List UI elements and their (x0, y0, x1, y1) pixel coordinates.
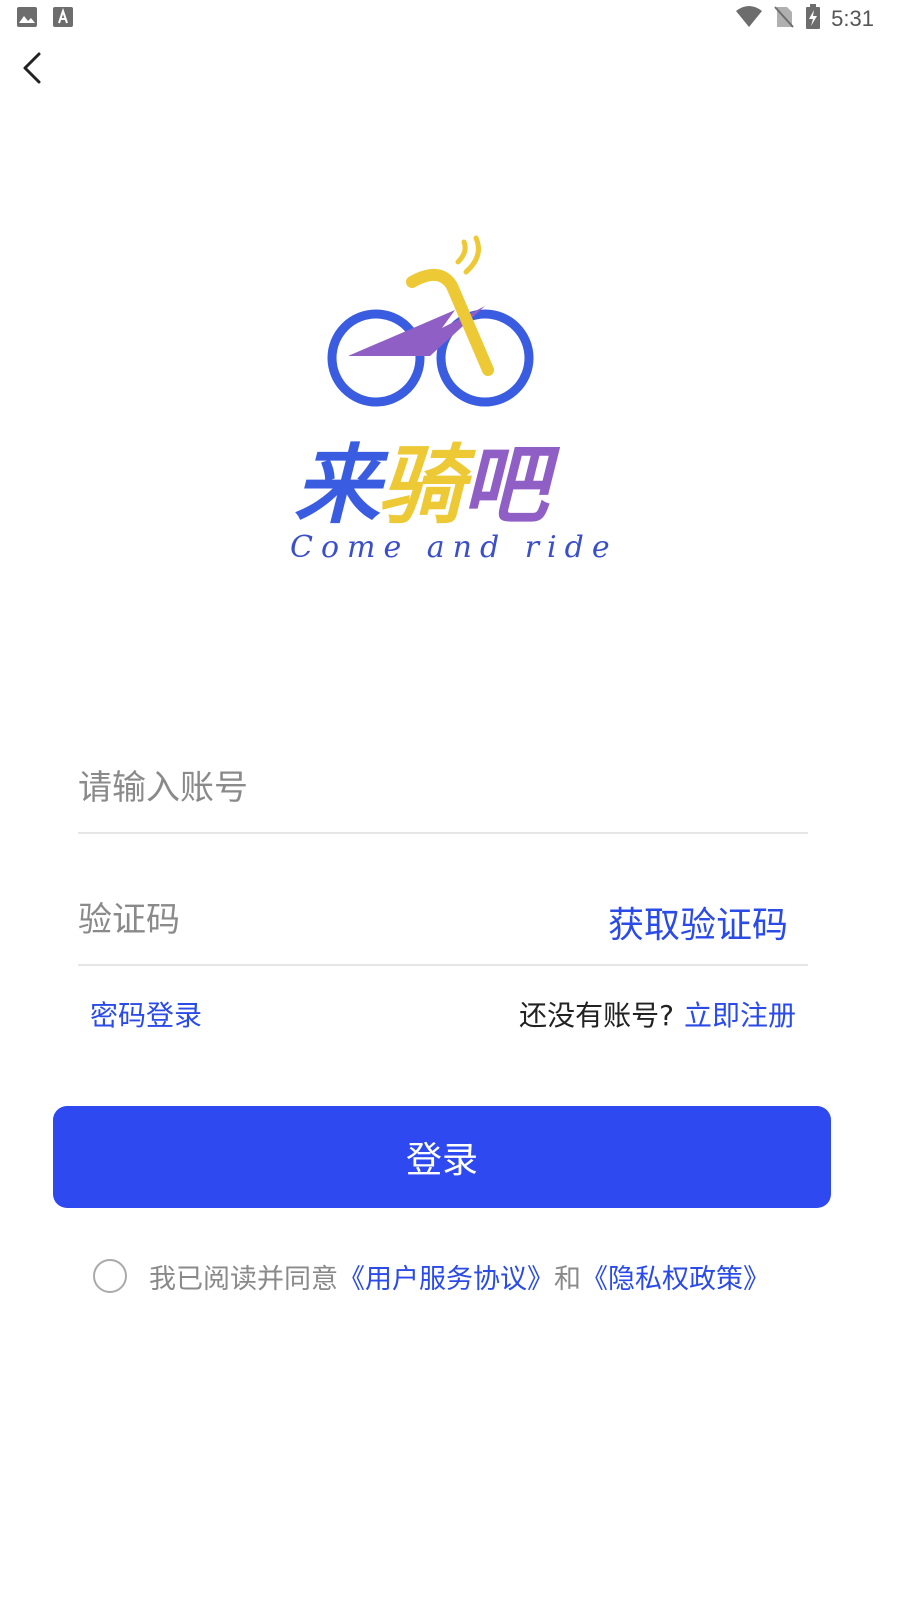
back-button[interactable] (14, 48, 50, 88)
battery-charging-icon (805, 4, 821, 34)
login-links-row: 密码登录 还没有账号? 立即注册 (90, 994, 796, 1038)
chevron-left-icon (23, 52, 41, 84)
status-right: 5:31 (735, 4, 874, 34)
get-code-button[interactable]: 获取验证码 (608, 896, 788, 948)
code-input[interactable] (78, 888, 558, 952)
account-field (78, 746, 808, 834)
status-bar: 5:31 (0, 0, 900, 36)
agreement-checkbox[interactable] (93, 1259, 127, 1293)
bicycle-logo-icon (327, 235, 534, 407)
account-input[interactable] (78, 756, 558, 820)
agreement-conjunction: 和 (554, 1263, 581, 1295)
image-icon (16, 6, 38, 32)
password-login-link[interactable]: 密码登录 (90, 994, 202, 1038)
status-time: 5:31 (831, 6, 874, 31)
agreement-row: 我已阅读并同意 《用户服务协议》 和 《隐私权政策》 (93, 1256, 770, 1296)
register-prompt: 还没有账号? 立即注册 (519, 994, 796, 1038)
privacy-policy-link[interactable]: 《隐私权政策》 (581, 1257, 770, 1296)
code-field: 获取验证码 (78, 878, 808, 966)
agreement-prefix: 我已阅读并同意 (149, 1263, 338, 1295)
app-logo: 来骑吧 Come and ride (280, 230, 610, 590)
wifi-icon (735, 5, 763, 33)
no-sim-icon (773, 5, 795, 33)
login-button[interactable]: 登录 (53, 1106, 831, 1208)
no-account-text: 还没有账号? (519, 999, 674, 1032)
logo-char-3: 吧 (462, 436, 548, 536)
logo-slogan: Come and ride (290, 530, 618, 565)
status-left (16, 6, 74, 32)
user-agreement-link[interactable]: 《用户服务协议》 (338, 1257, 554, 1296)
logo-char-2: 骑 (378, 436, 464, 536)
a-icon (52, 6, 74, 32)
login-screen: 5:31 来骑吧 Come and ride 获取验证码 (0, 0, 900, 1600)
register-link[interactable]: 立即注册 (684, 999, 796, 1032)
logo-char-1: 来 (294, 436, 380, 536)
logo-wordmark: 来骑吧 (294, 436, 604, 536)
